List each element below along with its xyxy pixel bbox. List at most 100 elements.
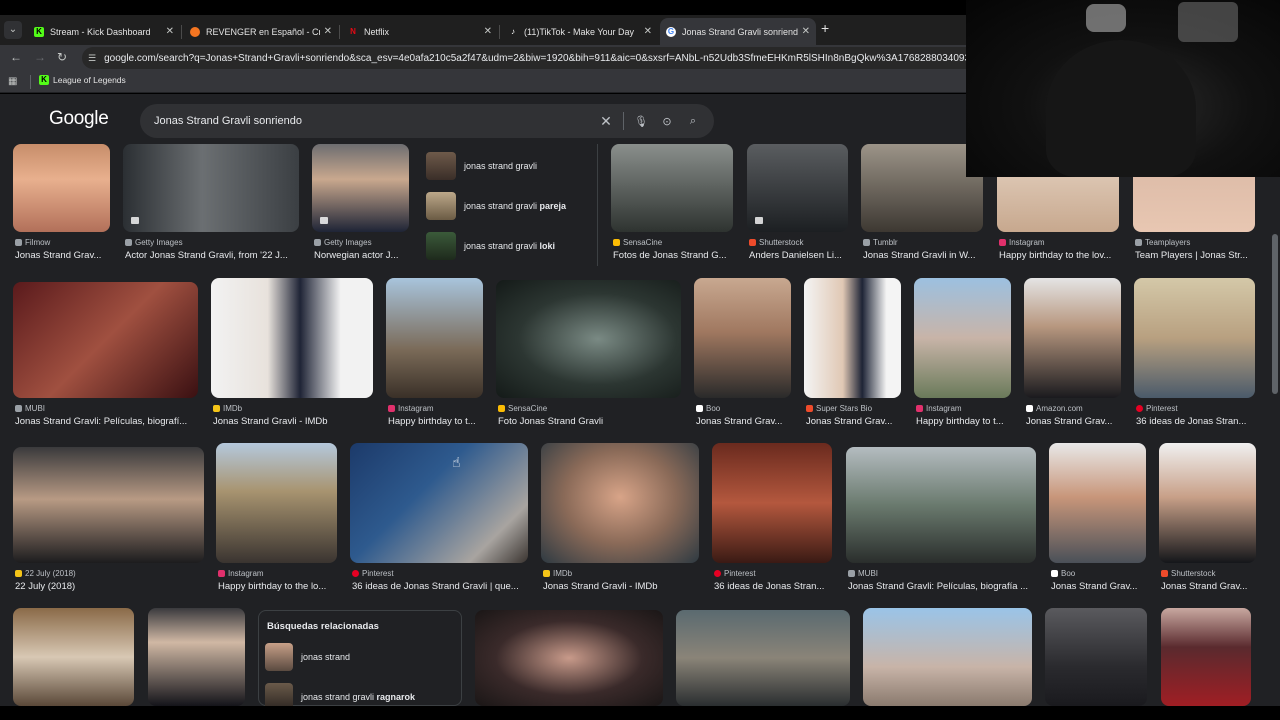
result-image[interactable] <box>386 278 483 398</box>
image-result[interactable] <box>863 608 1032 706</box>
image-result[interactable]: Filmow Jonas Strand Grav... <box>13 144 110 269</box>
result-title[interactable]: 36 ideas de Jonas Strand Gravli | que... <box>352 581 528 592</box>
result-title[interactable]: Happy birthday to t... <box>388 416 483 427</box>
site-info-icon[interactable]: ☰ <box>88 53 96 64</box>
apps-grid-icon[interactable]: ▦ <box>8 76 17 87</box>
close-icon[interactable]: ✕ <box>802 26 810 37</box>
result-title[interactable]: Jonas Strand Gravli in W... <box>863 250 983 261</box>
suggestion-item[interactable]: jonas strand gravli pareja <box>426 190 594 222</box>
result-image[interactable] <box>914 278 1011 398</box>
result-image[interactable] <box>1134 278 1255 398</box>
result-title[interactable]: Jonas Strand Gravli - IMDb <box>543 581 699 592</box>
result-image[interactable] <box>863 608 1032 706</box>
image-result[interactable]: MUBI Jonas Strand Gravli: Películas, bio… <box>846 447 1036 597</box>
tab-google-active[interactable]: G Jonas Strand Gravli sonriendo - ✕ <box>660 18 816 45</box>
result-image[interactable] <box>496 280 681 398</box>
result-title[interactable]: Foto Jonas Strand Gravli <box>498 416 681 427</box>
close-icon[interactable]: ✕ <box>166 26 174 37</box>
search-icon[interactable]: ⌕ <box>680 115 706 128</box>
google-logo[interactable]: Google <box>49 108 109 130</box>
result-image[interactable] <box>712 443 832 563</box>
close-icon[interactable]: ✕ <box>324 26 332 37</box>
result-title[interactable]: Jonas Strand Gravli - IMDb <box>213 416 373 427</box>
result-image[interactable] <box>350 443 528 563</box>
close-icon[interactable]: ✕ <box>484 26 492 37</box>
image-result[interactable]: Super Stars Bio Jonas Strand Grav... <box>804 278 901 432</box>
result-image[interactable] <box>13 447 204 563</box>
image-result[interactable]: Shutterstock Jonas Strand Grav... <box>1159 443 1256 597</box>
result-title[interactable]: Jonas Strand Grav... <box>15 250 110 261</box>
result-image[interactable] <box>1024 278 1121 398</box>
image-result[interactable]: Shutterstock Anders Danielsen Li... <box>747 144 848 269</box>
image-result[interactable]: Boo Jonas Strand Grav... <box>1049 443 1146 597</box>
image-result[interactable]: Getty Images Actor Jonas Strand Gravli, … <box>123 144 299 269</box>
result-title[interactable]: Happy birthday to the lo... <box>218 581 337 592</box>
bookmark-league-of-legends[interactable]: K League of Legends <box>39 75 126 85</box>
image-result[interactable]: Pinterest 36 ideas de Jonas Strand Gravl… <box>350 443 528 597</box>
result-title[interactable]: Fotos de Jonas Strand G... <box>613 250 733 261</box>
tab-tiktok[interactable]: ♪ (11)TikTok - Make Your Day ✕ <box>502 18 658 45</box>
result-title[interactable]: Jonas Strand Grav... <box>1161 581 1256 592</box>
image-result[interactable]: Getty Images Norwegian actor J... <box>312 144 409 269</box>
result-image[interactable] <box>216 443 337 563</box>
forward-arrow-icon[interactable]: → <box>34 50 46 64</box>
result-title[interactable]: 36 ideas de Jonas Stran... <box>1136 416 1255 427</box>
result-title[interactable]: 22 July (2018) <box>15 581 204 592</box>
tab-kick[interactable]: K Stream - Kick Dashboard ✕ <box>28 18 180 45</box>
result-image[interactable] <box>541 443 699 563</box>
result-image[interactable] <box>804 278 901 398</box>
address-bar[interactable]: ☰ google.com/search?q=Jonas+Strand+Gravl… <box>82 47 966 69</box>
result-title[interactable]: Happy birthday to the lov... <box>999 250 1119 261</box>
result-image[interactable] <box>676 610 850 706</box>
result-title[interactable]: Jonas Strand Grav... <box>696 416 791 427</box>
result-image[interactable] <box>123 144 299 232</box>
image-result[interactable]: Instagram Happy birthday to the lo... <box>216 443 337 597</box>
image-result[interactable]: MUBI Jonas Strand Gravli: Películas, bio… <box>13 282 198 432</box>
result-title[interactable]: 36 ideas de Jonas Stran... <box>714 581 832 592</box>
result-title[interactable]: Jonas Strand Grav... <box>806 416 901 427</box>
result-image[interactable] <box>694 278 791 398</box>
tab-search-button[interactable]: ⌄ <box>4 21 22 39</box>
result-title[interactable]: Anders Danielsen Li... <box>749 250 848 261</box>
image-result[interactable]: Tumblr Jonas Strand Gravli in W... <box>861 144 983 269</box>
tab-netflix[interactable]: N Netflix ✕ <box>342 18 498 45</box>
related-search-item[interactable]: jonas strand <box>265 641 455 673</box>
result-image[interactable] <box>475 610 663 706</box>
close-icon[interactable]: ✕ <box>644 26 652 37</box>
result-title[interactable]: Actor Jonas Strand Gravli, from '22 J... <box>125 250 299 261</box>
microphone-icon[interactable]: 🎙 <box>628 115 654 128</box>
image-result[interactable]: Pinterest 36 ideas de Jonas Stran... <box>712 443 832 597</box>
result-image[interactable] <box>861 144 983 232</box>
image-result[interactable]: Pinterest 36 ideas de Jonas Stran... <box>1134 278 1255 432</box>
image-result[interactable]: Boo Jonas Strand Grav... <box>694 278 791 432</box>
image-result[interactable]: Instagram Happy birthday to t... <box>386 278 483 432</box>
result-image[interactable] <box>13 608 134 706</box>
image-result[interactable]: SensaCine Fotos de Jonas Strand G... <box>611 144 733 269</box>
result-title[interactable]: Team Players | Jonas Str... <box>1135 250 1255 261</box>
tab-crunchyroll[interactable]: REVENGER en Español - Crunch ✕ <box>184 18 338 45</box>
result-title[interactable]: Jonas Strand Grav... <box>1026 416 1121 427</box>
result-image[interactable] <box>211 278 373 398</box>
result-title[interactable]: Jonas Strand Grav... <box>1051 581 1146 592</box>
image-result[interactable] <box>475 610 663 706</box>
image-result[interactable]: IMDb Jonas Strand Gravli - IMDb <box>211 278 373 432</box>
image-result[interactable]: IMDb Jonas Strand Gravli - IMDb <box>541 443 699 597</box>
result-title[interactable]: Happy birthday to t... <box>916 416 1011 427</box>
related-search-item[interactable]: jonas strand gravli ragnarok <box>265 681 455 706</box>
image-result[interactable]: 22 July (2018) 22 July (2018) <box>13 447 204 597</box>
result-title[interactable]: Norwegian actor J... <box>314 250 409 261</box>
result-image[interactable] <box>1045 608 1147 706</box>
image-result[interactable] <box>148 608 245 706</box>
suggestion-item[interactable]: jonas strand gravli <box>426 150 594 182</box>
result-image[interactable] <box>1161 608 1251 706</box>
image-result[interactable] <box>676 610 850 706</box>
suggestion-item[interactable]: jonas strand gravli loki <box>426 230 594 262</box>
result-title[interactable]: Jonas Strand Gravli: Películas, biografí… <box>15 416 198 427</box>
search-box[interactable]: Jonas Strand Gravli sonriendo ✕ 🎙 ⊙ ⌕ <box>140 104 714 138</box>
image-result[interactable] <box>1161 608 1251 706</box>
result-image[interactable] <box>13 144 110 232</box>
page-scrollbar[interactable] <box>1272 234 1278 394</box>
result-image[interactable] <box>1049 443 1146 563</box>
image-result[interactable]: Instagram Happy birthday to t... <box>914 278 1011 432</box>
result-title[interactable]: Jonas Strand Gravli: Películas, biografí… <box>848 581 1036 592</box>
